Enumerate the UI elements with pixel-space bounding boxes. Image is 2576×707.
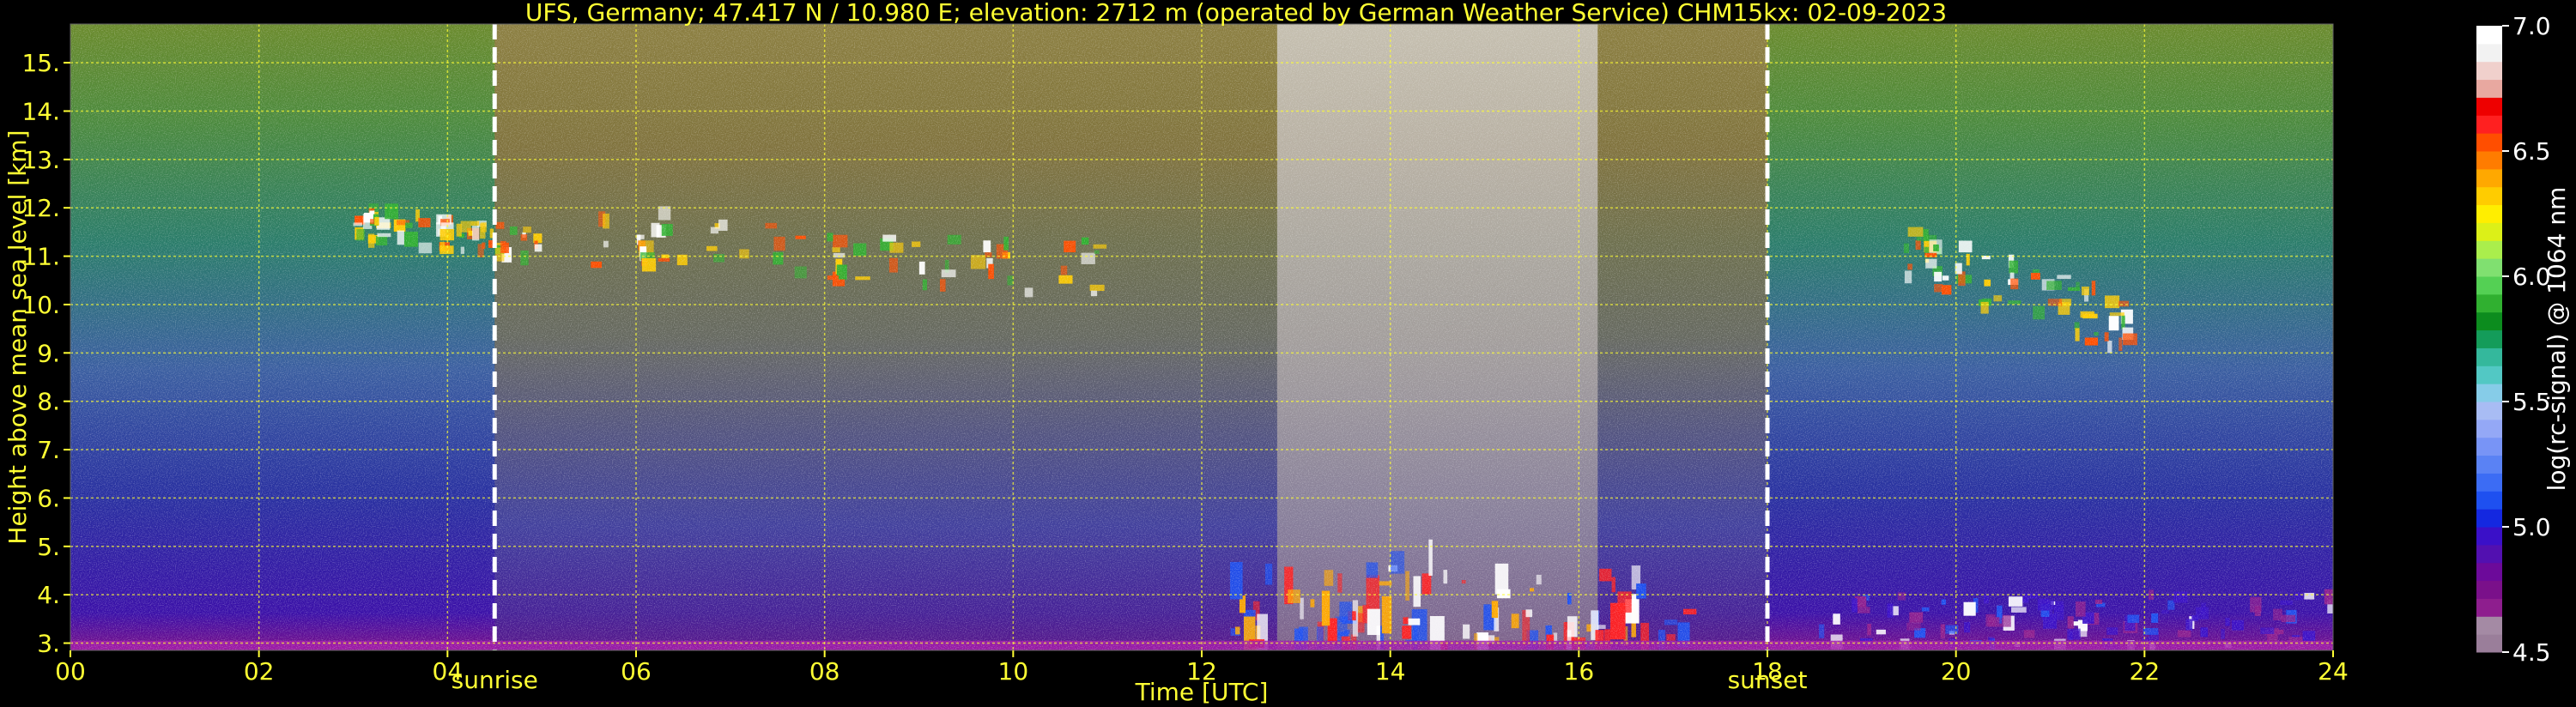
x-tick-label: 16 (1564, 657, 1595, 686)
colorbar-segment (2476, 258, 2502, 277)
colorbar-segment (2476, 598, 2502, 617)
colorbar-tick-label: 4.5 (2512, 638, 2551, 667)
colorbar-segment (2476, 26, 2502, 45)
colorbar-segment (2476, 276, 2502, 295)
y-tick-label: 14. (21, 97, 60, 125)
y-tick-label: 8. (37, 388, 60, 416)
colorbar-segment (2476, 168, 2502, 188)
colorbar-segment (2476, 634, 2502, 653)
colorbar-segment (2476, 133, 2502, 152)
x-tick-label: 20 (1941, 657, 1972, 686)
colorbar-tick-label: 6.5 (2512, 137, 2551, 166)
colorbar-segment (2476, 491, 2502, 510)
colorbar-segment (2476, 222, 2502, 241)
y-tick-label: 15. (21, 49, 60, 77)
colorbar-tick-label: 5.0 (2512, 513, 2551, 541)
x-tick-label: 22 (2130, 657, 2161, 686)
annotation-label-sunrise: sunrise (452, 666, 538, 694)
x-tick-label: 14 (1375, 657, 1406, 686)
colorbar-segment (2476, 329, 2502, 348)
x-tick-label: 02 (244, 657, 275, 686)
ceilometer-chart: 00 02 04 06 08 10 12 14 16 18 20 22 243.4.5.6.7.8.9.… (3, 0, 2571, 706)
colorbar-segment (2476, 347, 2502, 366)
x-tick-label: 00 (55, 657, 86, 686)
colorbar-segment (2476, 186, 2502, 206)
colorbar-segment (2476, 115, 2502, 134)
y-axis-label: Height above mean sea level [km] (3, 130, 32, 544)
colorbar-segment (2476, 562, 2502, 582)
colorbar-segment (2476, 366, 2502, 384)
colorbar-segment (2476, 455, 2502, 474)
plot-area (70, 24, 2333, 650)
colorbar-segment (2476, 580, 2502, 599)
x-tick-label: 10 (998, 657, 1029, 686)
colorbar-segment (2476, 97, 2502, 116)
colorbar-segment (2476, 311, 2502, 331)
y-tick-label: 7. (37, 436, 60, 464)
colorbar-segment (2476, 419, 2502, 438)
colorbar-tick-label: 7.0 (2512, 12, 2551, 40)
x-tick-label: 08 (809, 657, 840, 686)
x-tick-label: 24 (2318, 657, 2349, 686)
x-axis-label: Time [UTC] (1135, 678, 1269, 706)
colorbar: 4.55.05.56.06.57.0 (2476, 12, 2551, 667)
colorbar-segment (2476, 473, 2502, 492)
annotation-label-sunset: sunset (1728, 666, 1808, 694)
colorbar-segment (2476, 616, 2502, 635)
colorbar-segment (2476, 240, 2502, 259)
colorbar-segment (2476, 384, 2502, 402)
colorbar-segment (2476, 544, 2502, 564)
colorbar-segment (2476, 293, 2502, 313)
colorbar-segment (2476, 43, 2502, 63)
colorbar-segment (2476, 437, 2502, 456)
colorbar-segment (2476, 402, 2502, 420)
colorbar-segment (2476, 79, 2502, 98)
chart-title: UFS, Germany; 47.417 N / 10.980 E; eleva… (525, 0, 1947, 27)
y-tick-label: 5. (37, 533, 60, 561)
y-tick-label: 9. (37, 339, 60, 367)
x-tick-label: 06 (621, 657, 652, 686)
y-tick-label: 4. (37, 581, 60, 609)
colorbar-segment (2476, 204, 2502, 223)
y-tick-label: 6. (37, 484, 60, 512)
colorbar-segment (2476, 61, 2502, 81)
y-tick-label: 3. (37, 630, 60, 658)
colorbar-segment (2476, 509, 2502, 528)
colorbar-label: log(rc-signal) @ 1064 nm (2543, 187, 2571, 492)
colorbar-segment (2476, 527, 2502, 546)
colorbar-segment (2476, 151, 2502, 170)
